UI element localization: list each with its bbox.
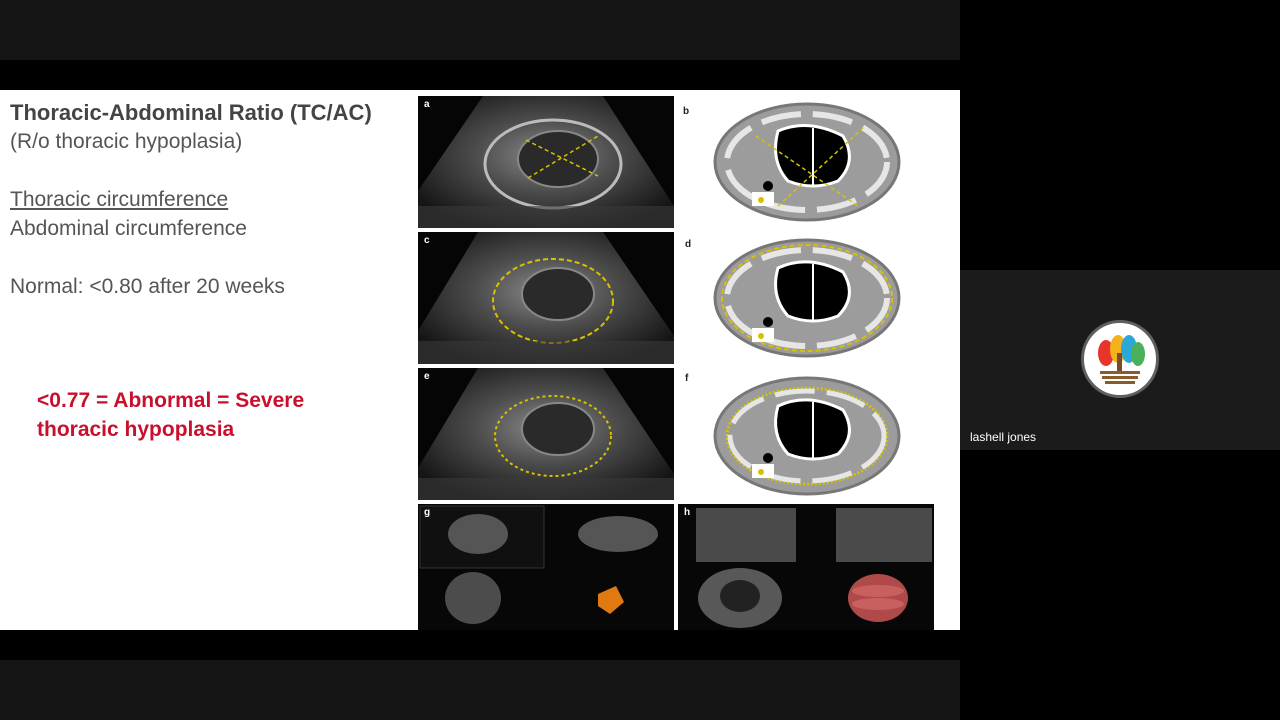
panel-g-3d-views bbox=[418, 504, 674, 630]
slide-title: Thoracic-Abdominal Ratio (TC/AC) bbox=[10, 100, 372, 125]
slide-subtitle: (R/o thoracic hypoplasia) bbox=[10, 130, 243, 153]
abnormal-line-1: <0.77 = Abnormal = Severe bbox=[37, 389, 305, 412]
panel-label-d: d bbox=[685, 239, 692, 250]
normal-value-text: Normal: <0.80 after 20 weeks bbox=[10, 275, 285, 298]
shared-slide: Thoracic-Abdominal Ratio (TC/AC) (R/o th… bbox=[0, 90, 960, 630]
panel-label-f: f bbox=[685, 373, 689, 384]
panel-label-g: g bbox=[424, 507, 431, 518]
panel-f-diagram bbox=[713, 376, 901, 496]
panel-label-a: a bbox=[424, 99, 430, 110]
panel-e-ultrasound bbox=[418, 368, 674, 500]
participant-name: lashell jones bbox=[970, 430, 1037, 444]
panel-b-diagram bbox=[713, 102, 901, 222]
ultrasound-figure: a b c d e f g h bbox=[418, 96, 934, 630]
participant-avatar bbox=[1081, 320, 1159, 398]
bottom-letterbox-band bbox=[0, 660, 960, 720]
abnormal-value-text: <0.77 = Abnormal = Severe thoracic hypop… bbox=[37, 386, 304, 444]
panel-label-c: c bbox=[424, 235, 430, 246]
panel-label-h: h bbox=[684, 507, 691, 518]
ratio-denominator: Abdominal circumference bbox=[10, 217, 247, 240]
ratio-numerator: Thoracic circumference bbox=[10, 188, 229, 211]
abnormal-line-2: thoracic hypoplasia bbox=[37, 418, 235, 441]
panel-h-3d-views bbox=[678, 504, 934, 630]
panel-label-e: e bbox=[424, 371, 430, 382]
top-letterbox-band bbox=[0, 0, 960, 60]
panel-d-diagram bbox=[713, 238, 901, 358]
panel-a-ultrasound bbox=[418, 96, 674, 228]
ultrasound-figure-graphic bbox=[418, 96, 934, 630]
panel-c-ultrasound bbox=[418, 232, 674, 364]
tree-logo-icon bbox=[1086, 325, 1154, 393]
panel-label-b: b bbox=[683, 106, 690, 117]
